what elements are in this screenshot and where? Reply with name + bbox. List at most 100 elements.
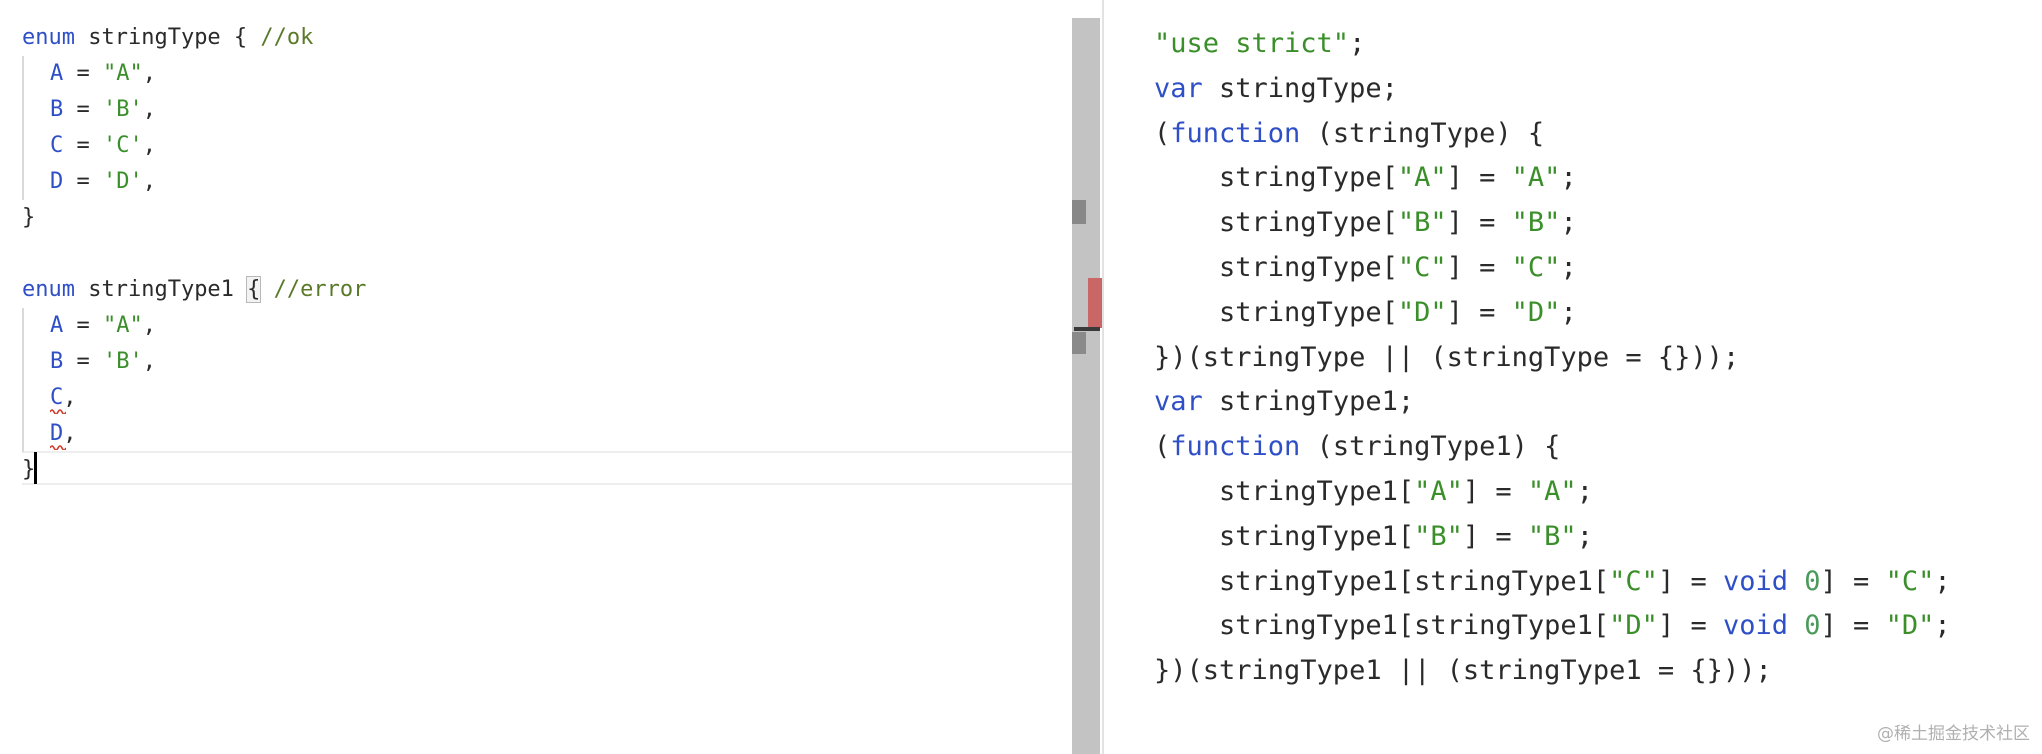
output-token: ; — [1576, 520, 1593, 552]
output-token: ; — [1576, 476, 1593, 507]
output-token: var — [1154, 386, 1203, 418]
output-token: void — [1722, 565, 1788, 597]
string-token: 'B' — [103, 349, 143, 374]
code-line[interactable]: B = 'B', — [50, 344, 156, 380]
output-token: ] = — [1820, 610, 1886, 642]
output-token: ] = — [1446, 252, 1512, 283]
output-token: })(stringType1 || (stringType1 = {})); — [1154, 655, 1772, 687]
output-line: "use strict"; — [1154, 22, 1365, 66]
output-token: ( — [1154, 117, 1171, 149]
string-token: "A" — [103, 61, 143, 86]
output-token: "C" — [1397, 252, 1447, 283]
code-line[interactable]: A = "A", — [50, 56, 156, 92]
code-line[interactable]: } — [22, 200, 35, 236]
operator-token: = — [63, 61, 103, 86]
output-token: ; — [1349, 28, 1366, 59]
output-token: function — [1170, 117, 1301, 149]
editor-scrollbar[interactable] — [1072, 18, 1100, 754]
output-token: stringType1[ — [1154, 520, 1415, 552]
output-token — [1788, 610, 1804, 641]
output-token — [1788, 566, 1804, 597]
output-token: "D" — [1511, 296, 1561, 328]
scrollbar-thumb-lower[interactable] — [1072, 332, 1086, 354]
output-token: ] = — [1657, 610, 1723, 642]
output-token: ] = — [1820, 565, 1886, 597]
keyword-token: enum — [22, 277, 75, 302]
output-token: stringType; — [1202, 72, 1398, 104]
error-squiggle[interactable] — [50, 444, 66, 450]
output-token: (stringType) { — [1300, 117, 1545, 149]
output-token: "D" — [1885, 610, 1935, 642]
output-token: "C" — [1511, 252, 1561, 283]
code-line[interactable]: enum stringType1 { //error — [22, 272, 366, 308]
output-token: })(stringType || (stringType = {})); — [1154, 341, 1740, 373]
output-token: var — [1154, 72, 1203, 104]
watermark: @稀土掘金技术社区 — [1877, 724, 2030, 744]
code-token: } — [22, 205, 36, 230]
operator-token: = — [63, 97, 103, 122]
output-token: "C" — [1609, 565, 1658, 597]
code-line[interactable]: A = "A", — [50, 308, 156, 344]
enum-member-token: C — [50, 133, 64, 158]
output-line: var stringType1; — [1154, 380, 1414, 424]
scrollbar-thumb[interactable] — [1072, 200, 1086, 224]
operator-token: = — [63, 133, 103, 158]
punctuation-token: , — [142, 97, 156, 122]
operator-token: = — [63, 313, 103, 338]
output-token: ] = — [1462, 476, 1528, 507]
enum-member-token: D — [50, 169, 64, 194]
code-line[interactable]: enum stringType { //ok — [22, 20, 313, 56]
output-token: stringType[ — [1154, 207, 1398, 239]
code-line[interactable]: C = 'C', — [50, 128, 156, 164]
output-token: stringType1[ — [1154, 476, 1415, 507]
current-line-highlight — [22, 451, 1098, 485]
output-token: void — [1722, 610, 1788, 642]
output-line: var stringType; — [1154, 67, 1398, 111]
output-token: ] = — [1446, 207, 1512, 239]
output-line: stringType["B"] = "B"; — [1154, 201, 1577, 245]
output-token: "C" — [1885, 565, 1935, 597]
string-token: 'B' — [103, 97, 143, 122]
output-token: ; — [1934, 565, 1951, 597]
output-token: 0 — [1804, 610, 1821, 642]
string-token: 'C' — [103, 133, 143, 158]
enum-member-token: B — [50, 349, 64, 374]
output-token: "use strict" — [1154, 28, 1350, 59]
string-token: 'D' — [103, 169, 143, 194]
output-line: stringType1["B"] = "B"; — [1154, 515, 1593, 559]
output-token: "D" — [1397, 296, 1447, 328]
code-line[interactable]: } — [22, 452, 35, 488]
code-line[interactable]: B = 'B', — [50, 92, 156, 128]
enum-member-token: C — [50, 385, 64, 410]
output-token: "B" — [1511, 207, 1561, 239]
error-marker[interactable] — [1088, 278, 1102, 328]
comment-token: //ok — [247, 25, 314, 50]
output-token: "A" — [1527, 476, 1577, 507]
identifier-token: stringType { — [74, 25, 248, 50]
source-editor[interactable] — [0, 0, 1072, 754]
output-token: stringType[ — [1154, 162, 1398, 194]
output-token: 0 — [1804, 565, 1821, 597]
indent-guide — [22, 308, 24, 452]
output-line: })(stringType1 || (stringType1 = {})); — [1154, 649, 1772, 693]
output-token: stringType1[stringType1[ — [1154, 565, 1610, 597]
code-token: } — [22, 457, 36, 482]
identifier-token: stringType1 — [74, 277, 248, 302]
output-line: stringType["D"] = "D"; — [1154, 291, 1577, 335]
keyword-token: enum — [22, 25, 75, 50]
output-token: ; — [1560, 296, 1577, 328]
output-token: "D" — [1609, 610, 1658, 642]
output-token: "B" — [1527, 520, 1577, 552]
enum-member-token: A — [50, 313, 64, 338]
output-token: ] = — [1446, 162, 1512, 194]
output-token: function — [1170, 431, 1301, 463]
output-token: ; — [1560, 252, 1577, 283]
punctuation-token: , — [142, 61, 156, 86]
punctuation-token: , — [142, 133, 156, 158]
enum-member-token: A — [50, 61, 64, 86]
cursor-position-marker — [1074, 327, 1100, 331]
error-squiggle[interactable] — [50, 408, 66, 414]
string-token: "A" — [103, 313, 143, 338]
code-line[interactable]: D = 'D', — [50, 164, 156, 200]
output-token: "B" — [1414, 520, 1463, 552]
